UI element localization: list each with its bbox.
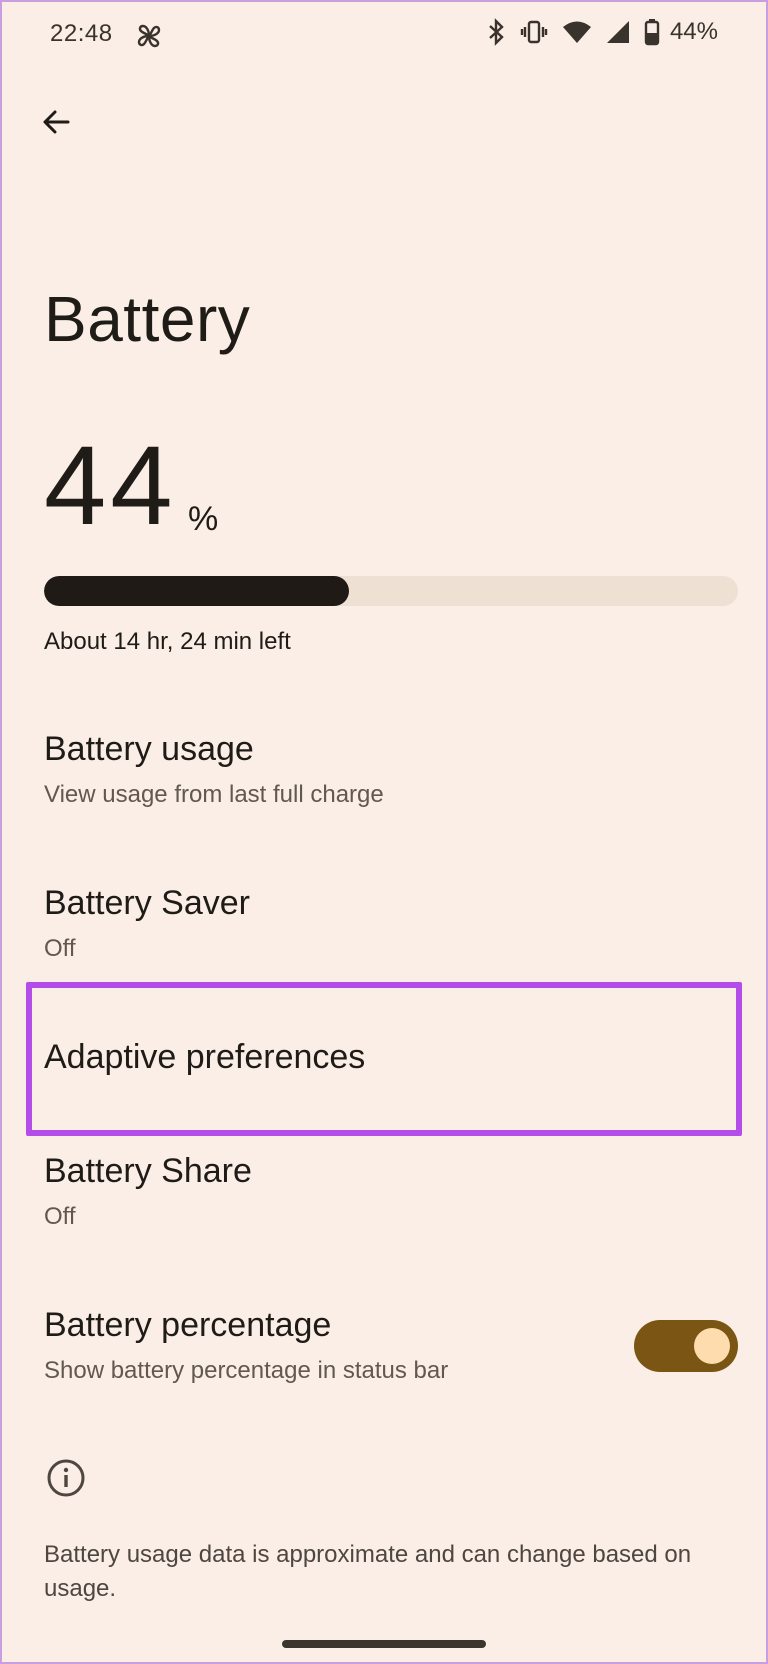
status-time: 22:48: [50, 20, 113, 47]
battery-usage-subtitle: View usage from last full charge: [44, 781, 384, 808]
status-battery-percent: 44%: [669, 18, 718, 45]
info-icon: [47, 1459, 85, 1497]
battery-percent-sign: %: [188, 500, 219, 538]
battery-icon: [644, 19, 660, 46]
highlight-box: [26, 982, 742, 1136]
battery-percentage-subtitle: Show battery percentage in status bar: [44, 1357, 449, 1384]
battery-level-fill: [44, 576, 350, 606]
battery-level-bar: [44, 576, 738, 606]
bluetooth-icon: [489, 18, 504, 46]
battery-usage-item[interactable]: Battery usage View usage from last full …: [44, 730, 724, 809]
footer-note: Battery usage data is approximate and ca…: [44, 1541, 692, 1602]
page-title: Battery: [44, 283, 251, 355]
battery-usage-title: Battery usage: [44, 730, 254, 768]
home-indicator[interactable]: [282, 1640, 486, 1648]
battery-percentage-toggle[interactable]: [634, 1320, 738, 1372]
battery-share-title: Battery Share: [44, 1152, 252, 1190]
fan-icon: [137, 24, 161, 48]
battery-share-subtitle: Off: [44, 1203, 76, 1230]
battery-percentage-title: Battery percentage: [44, 1306, 332, 1344]
battery-time-left: About 14 hr, 24 min left: [44, 628, 291, 655]
battery-percent-value: 44: [44, 423, 177, 548]
screen-frame: [0, 0, 768, 1664]
back-button[interactable]: [34, 100, 78, 144]
vibrate-icon: [520, 20, 548, 44]
battery-share-item[interactable]: Battery Share Off: [44, 1152, 724, 1231]
battery-saver-title: Battery Saver: [44, 884, 250, 922]
status-icons: 44%: [486, 18, 718, 46]
signal-icon: [606, 21, 629, 43]
arrow-back-icon: [43, 110, 70, 134]
battery-saver-item[interactable]: Battery Saver Off: [44, 884, 724, 963]
status-bar: 22:48 44%: [0, 0, 768, 72]
battery-saver-subtitle: Off: [44, 935, 76, 962]
toggle-knob: [694, 1328, 730, 1364]
wifi-icon: [562, 21, 591, 43]
battery-percentage-item[interactable]: Battery percentage Show battery percenta…: [44, 1306, 604, 1385]
